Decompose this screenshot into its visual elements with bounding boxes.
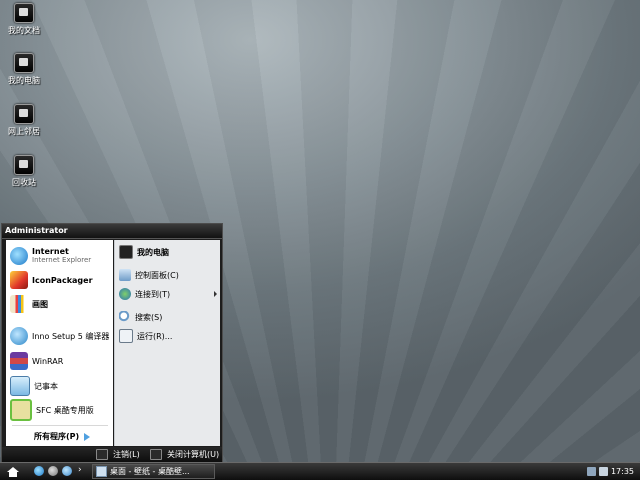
program-title: 记事本 bbox=[34, 381, 58, 391]
winrar-icon bbox=[10, 352, 28, 370]
recycle-bin-icon bbox=[14, 155, 34, 175]
program-title: Internet bbox=[32, 247, 69, 256]
place-label: 运行(R)... bbox=[137, 331, 173, 341]
paint-icon bbox=[10, 295, 28, 313]
places-panel: 我的电脑 控制面板(C) 连接到(T) 搜索(S) 运行(R)... bbox=[114, 240, 220, 446]
separator bbox=[12, 425, 108, 426]
search-icon bbox=[119, 311, 131, 323]
window-icon bbox=[96, 466, 107, 477]
all-programs-button[interactable]: 所有程序(P) bbox=[34, 431, 91, 442]
my-computer-icon bbox=[119, 245, 133, 259]
start-menu-user: Administrator bbox=[2, 224, 222, 239]
system-tray: 17:35 bbox=[582, 463, 640, 480]
desktop-icon-network[interactable]: 网上邻居 bbox=[4, 104, 44, 137]
my-documents-icon bbox=[14, 3, 34, 23]
place-connect-to[interactable]: 连接到(T) bbox=[119, 286, 217, 302]
program-inno-setup[interactable]: Inno Setup 5 编译器 bbox=[10, 325, 110, 347]
place-label: 控制面板(C) bbox=[135, 270, 179, 280]
submenu-arrow-icon bbox=[214, 291, 217, 297]
arrow-right-icon bbox=[84, 432, 91, 441]
place-my-computer[interactable]: 我的电脑 bbox=[119, 244, 217, 260]
taskbar-window-label: 桌面 - 壁纸 - 桌酷壁... bbox=[110, 467, 190, 476]
desktop-icon-my-documents[interactable]: 我的文档 bbox=[4, 3, 44, 36]
program-internet[interactable]: Internet Internet Explorer bbox=[10, 245, 110, 267]
connect-to-icon bbox=[119, 288, 131, 300]
shutdown-label: 关闭计算机(U) bbox=[167, 450, 220, 459]
shutdown-icon bbox=[150, 449, 162, 460]
desktop-icon-label: 回收站 bbox=[12, 178, 36, 187]
program-winrar[interactable]: WinRAR bbox=[10, 350, 110, 372]
start-menu-footer: 注销(L) 关闭计算机(U) bbox=[2, 447, 222, 462]
program-subtitle: Internet Explorer bbox=[32, 256, 92, 264]
taskbar-window-button[interactable]: 桌面 - 壁纸 - 桌酷壁... bbox=[92, 464, 215, 479]
my-computer-icon bbox=[14, 53, 34, 73]
program-title: SFC 桌酷专用版 bbox=[36, 405, 94, 415]
start-button[interactable] bbox=[2, 464, 24, 479]
program-sfc[interactable]: SFC 桌酷专用版 bbox=[10, 399, 110, 421]
quicklaunch-ie-icon[interactable] bbox=[34, 466, 44, 476]
sfc-icon bbox=[10, 399, 32, 421]
clock[interactable]: 17:35 bbox=[611, 467, 634, 476]
place-label: 搜索(S) bbox=[135, 312, 163, 322]
logoff-label: 注销(L) bbox=[113, 450, 140, 459]
program-title: Inno Setup 5 编译器 bbox=[32, 331, 110, 341]
program-notepad[interactable]: 记事本 bbox=[10, 375, 110, 397]
place-run[interactable]: 运行(R)... bbox=[119, 328, 217, 344]
logoff-icon bbox=[96, 449, 108, 460]
desktop-icon-my-computer[interactable]: 我的电脑 bbox=[4, 53, 44, 86]
logoff-button[interactable]: 注销(L) bbox=[96, 449, 140, 460]
place-control-panel[interactable]: 控制面板(C) bbox=[119, 267, 217, 283]
program-paint[interactable]: 画图 bbox=[10, 293, 110, 315]
pinned-programs: Internet Internet Explorer IconPackager 画… bbox=[6, 240, 113, 446]
control-panel-icon bbox=[119, 269, 131, 281]
inno-setup-icon bbox=[10, 327, 28, 345]
quicklaunch-expand-icon[interactable]: › bbox=[78, 465, 82, 475]
quicklaunch-show-desktop-icon[interactable] bbox=[48, 466, 58, 476]
network-places-icon bbox=[14, 104, 34, 124]
desktop-icon-recycle-bin[interactable]: 回收站 bbox=[4, 155, 44, 188]
shutdown-button[interactable]: 关闭计算机(U) bbox=[150, 449, 219, 460]
start-menu: Administrator Internet Internet Explorer … bbox=[1, 223, 223, 463]
program-iconpackager[interactable]: IconPackager bbox=[10, 269, 110, 291]
taskbar: › 桌面 - 壁纸 - 桌酷壁... 17:35 bbox=[0, 462, 640, 480]
home-icon bbox=[7, 466, 19, 477]
place-search[interactable]: 搜索(S) bbox=[119, 309, 217, 325]
desktop-icon-label: 我的电脑 bbox=[8, 76, 40, 85]
quicklaunch-browser-icon[interactable] bbox=[62, 466, 72, 476]
desktop-icon-label: 网上邻居 bbox=[8, 127, 40, 136]
iconpackager-icon bbox=[10, 271, 28, 289]
place-label: 我的电脑 bbox=[137, 247, 169, 257]
volume-tray-icon[interactable] bbox=[598, 467, 608, 476]
place-label: 连接到(T) bbox=[135, 289, 171, 299]
program-title: WinRAR bbox=[32, 356, 64, 366]
network-tray-icon[interactable] bbox=[586, 467, 596, 476]
internet-explorer-icon bbox=[10, 247, 28, 265]
program-title: IconPackager bbox=[32, 275, 93, 285]
run-icon bbox=[119, 329, 133, 343]
program-title: 画图 bbox=[32, 299, 48, 309]
desktop-icon-label: 我的文档 bbox=[8, 26, 40, 35]
notepad-icon bbox=[10, 376, 30, 396]
all-programs-label: 所有程序(P) bbox=[34, 432, 80, 441]
